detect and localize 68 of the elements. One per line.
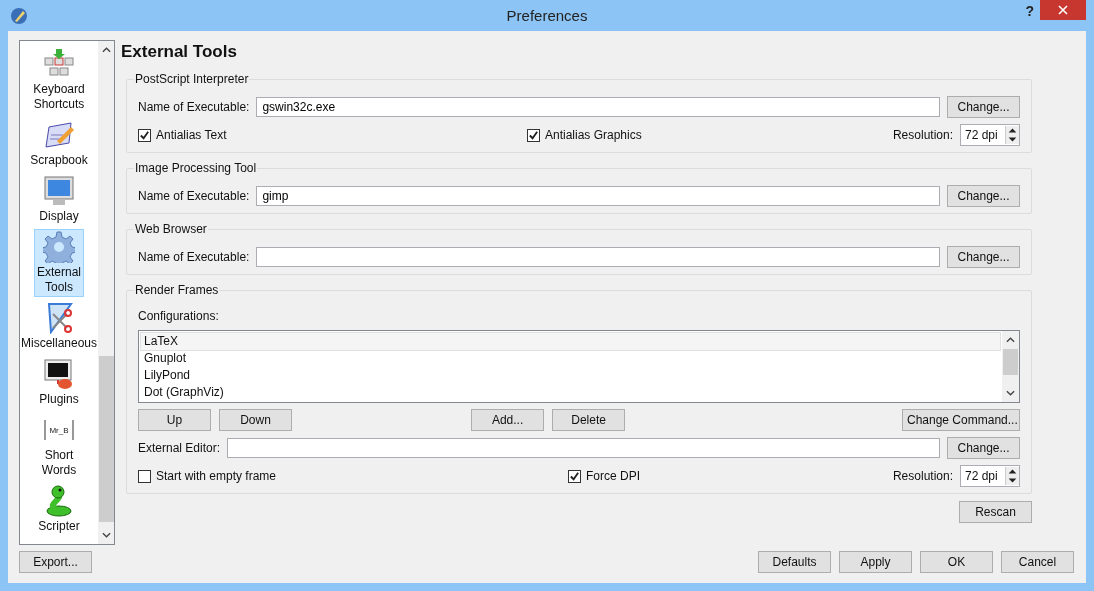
scrollbar[interactable] [98, 41, 114, 544]
dialog-button[interactable]: OK [920, 551, 993, 573]
rescan-button[interactable]: Rescan [959, 501, 1032, 523]
sidebar-item[interactable]: Miscellaneous [20, 300, 101, 353]
change-button[interactable]: Change... [947, 185, 1020, 207]
change-command-button[interactable]: Change Command... [902, 409, 1020, 431]
spin-box[interactable]: 72 dpi [960, 465, 1020, 487]
group-title: Web Browser [134, 222, 208, 236]
change-button[interactable]: Change... [947, 96, 1020, 118]
scrollbar[interactable] [1002, 331, 1019, 402]
sidebar-item[interactable]: Mr_B Short Words [38, 412, 80, 480]
close-button[interactable] [1040, 0, 1086, 20]
plug-monitor-icon [43, 358, 75, 390]
monitor-icon [43, 175, 75, 207]
input-field[interactable]: gswin32c.exe [256, 97, 940, 117]
list-label: Configurations: [138, 309, 220, 323]
sidebar-item[interactable]: External Tools [34, 229, 84, 297]
sidebar-item[interactable]: Plugins [36, 356, 82, 409]
pen-icon [10, 6, 28, 25]
list-item[interactable]: Dot (GraphViz) [141, 384, 1000, 401]
list-button[interactable]: Delete [552, 409, 626, 431]
list-item[interactable]: LaTeX [141, 333, 1000, 350]
list-button[interactable]: Up [138, 409, 211, 431]
field-label: Name of Executable: [138, 100, 250, 114]
checkbox[interactable]: Antialias Text [138, 128, 520, 142]
snake-icon [43, 485, 75, 517]
field-label: Name of Executable: [138, 189, 250, 203]
help-button[interactable]: ? [1023, 3, 1036, 19]
page-heading: External Tools [121, 42, 238, 62]
notebook-icon [43, 119, 75, 151]
list-button[interactable]: Down [219, 409, 292, 431]
window-title: Preferences [506, 7, 588, 24]
list-item[interactable]: LilyPond [141, 367, 1000, 384]
checkbox[interactable]: Start with empty frame [138, 469, 561, 483]
checkmark-icon [139, 129, 150, 141]
list-item[interactable]: Gnuplot [141, 350, 1000, 367]
input-field[interactable] [256, 247, 940, 267]
close-icon [1058, 5, 1068, 15]
group-title: Render Frames [134, 283, 220, 297]
change-button[interactable]: Change... [947, 437, 1020, 459]
sidebar-item[interactable]: Scripter [35, 483, 83, 536]
group-title: Image Processing Tool [134, 161, 258, 175]
sidebar-item[interactable]: Scrapbook [27, 117, 91, 170]
export-button[interactable]: Export... [19, 551, 92, 573]
dialog-button[interactable]: Cancel [1001, 551, 1074, 573]
dialog-button[interactable]: Apply [839, 551, 912, 573]
field-label: Resolution: [892, 128, 953, 142]
field-label: Name of Executable: [138, 250, 250, 264]
checkmark-icon [569, 470, 580, 482]
dialog-button[interactable]: Defaults [758, 551, 831, 573]
gear-icon [43, 231, 75, 263]
chevron-up-icon [101, 46, 111, 54]
checkbox[interactable]: Antialias Graphics [527, 128, 642, 142]
chevron-down-icon [101, 531, 111, 539]
input-field[interactable] [227, 438, 940, 458]
spin-box[interactable]: 72 dpi [960, 124, 1020, 146]
checkmark-icon [528, 129, 539, 141]
chevron-up-icon [1006, 336, 1015, 344]
input-field[interactable]: gimp [256, 186, 940, 206]
list-button[interactable]: Add... [471, 409, 545, 431]
sidebar-item[interactable]: Keyboard Shortcuts [30, 46, 88, 114]
change-button[interactable]: Change... [947, 246, 1020, 268]
field-label: External Editor: [138, 441, 221, 455]
sidebar-item[interactable]: Display [36, 173, 82, 226]
field-label: Resolution: [892, 469, 953, 483]
checkbox[interactable]: Force DPI [568, 469, 640, 483]
chevron-down-icon [1006, 389, 1015, 397]
group-title: PostScript Interpreter [134, 72, 250, 86]
